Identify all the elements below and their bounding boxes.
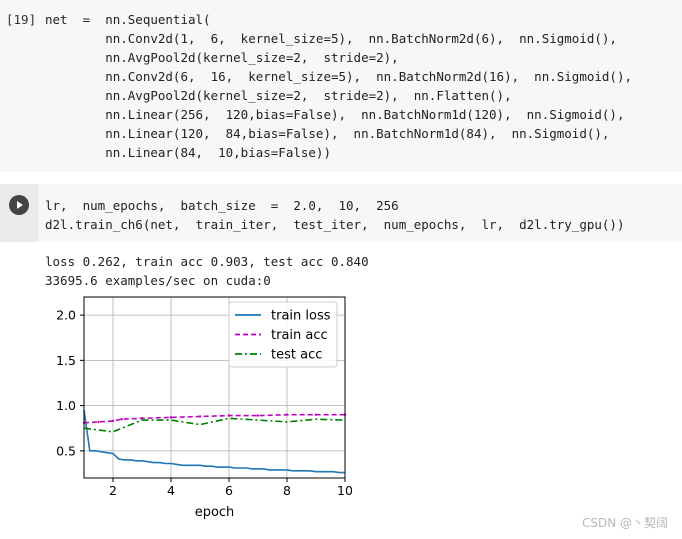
series-line-train-acc [83,413,345,424]
data-point [314,413,318,416]
data-point [227,414,231,417]
x-tick-label: 2 [109,483,117,498]
data-point [198,415,202,418]
code-line: nn.Conv2d(6, 16, kernel_size=5), nn.Batc… [45,69,632,84]
training-summary: loss 0.262, train acc 0.903, test acc 0.… [45,254,369,269]
execution-count: [19] [6,12,37,27]
y-tick-label: 1.0 [56,398,76,413]
code-line: nn.Linear(256, 120,bias=False), nn.Batch… [45,107,625,122]
series-line-test-acc [83,417,346,433]
legend-label: train acc [271,328,328,343]
code-line: nn.AvgPool2d(kernel_size=2, stride=2), n… [45,88,512,103]
code-editor-2[interactable]: lr, num_epochs, batch_size = 2.0, 10, 25… [45,196,624,234]
x-tick-label: 8 [283,483,291,498]
code-cell-1[interactable]: [19] net = nn.Sequential( nn.Conv2d(1, 6… [0,0,682,172]
code-line: nn.Conv2d(1, 6, kernel_size=5), nn.Batch… [45,31,617,46]
throughput-text: 33695.6 examples/sec on cuda:0 [45,273,271,288]
watermark: CSDN @丶契阔 [581,516,668,530]
code-line: lr, num_epochs, batch_size = 2.0, 10, 25… [45,198,399,213]
code-line: net = nn.Sequential( [45,12,211,27]
legend-label: train loss [271,309,331,324]
training-chart: 2 4 6 8 100.51.01.52.0 epoch train losstrain… [56,296,353,520]
play-icon [17,201,23,209]
chart-legend: train loss train acc test acc [228,301,338,368]
code-line: nn.AvgPool2d(kernel_size=2, stride=2), [45,50,399,65]
legend-label: test acc [271,348,322,363]
x-tick-label: 6 [225,483,233,498]
y-tick-label: 1.5 [56,353,76,368]
data-point [169,416,173,419]
code-cell-2[interactable]: lr, num_epochs, batch_size = 2.0, 10, 25… [0,184,682,242]
cell-output: loss 0.262, train acc 0.903, test acc 0.… [45,252,369,290]
chart-series [82,409,347,474]
data-point [111,419,115,423]
x-tick-label: 10 [337,483,353,498]
code-line: nn.Linear(84, 10,bias=False)) [45,145,331,160]
code-line: nn.Linear(120, 84,bias=False), nn.BatchN… [45,126,610,141]
y-tick-label: 2.0 [56,308,76,323]
x-tick-label: 4 [167,483,175,498]
data-point [140,417,144,420]
y-tick-label: 0.5 [56,443,76,458]
data-point [120,417,123,421]
run-cell-button[interactable] [9,195,29,215]
code-line: d2l.train_ch6(net, train_iter, test_iter… [45,217,625,232]
data-point [285,413,289,416]
x-axis-label: epoch [195,505,235,520]
data-point [256,414,260,417]
code-editor-1[interactable]: net = nn.Sequential( nn.Conv2d(1, 6, ker… [45,10,632,162]
data-point [97,420,100,424]
